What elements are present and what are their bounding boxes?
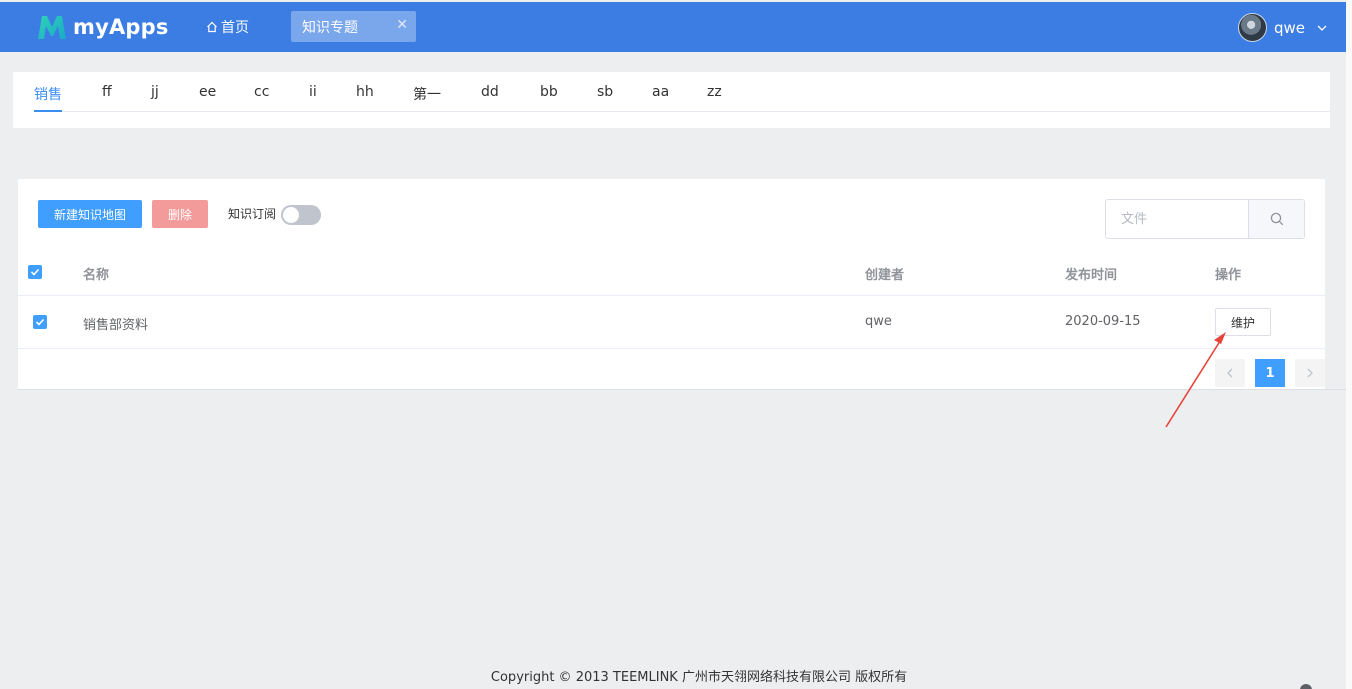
column-header-actions: 操作 [1215, 268, 1242, 283]
footer-copyright: Copyright © 2013 TEEMLINK 广州市天翎网络科技有限公司 … [490, 670, 908, 685]
search-input[interactable] [1106, 200, 1248, 238]
row-checkbox[interactable] [33, 315, 47, 329]
subscribe-label: 知识订阅 [228, 207, 277, 221]
search-icon [1270, 212, 1283, 226]
floating-help-icon[interactable] [1300, 684, 1312, 689]
toggle-knob [283, 207, 299, 223]
category-tab[interactable]: aa [652, 84, 669, 100]
user-name: qwe [1274, 18, 1306, 37]
category-tab[interactable]: hh [356, 84, 374, 100]
column-header-date: 发布时间 [1065, 268, 1118, 283]
nav-tab-label: 知识专题 [302, 19, 358, 36]
category-tab[interactable]: ee [199, 84, 216, 100]
nav-home-label: 首页 [221, 20, 249, 36]
active-tab-indicator [34, 110, 62, 112]
card-bottom-border [18, 389, 1346, 390]
new-knowledge-map-button[interactable]: 新建知识地图 [38, 200, 142, 228]
tabs-baseline [34, 111, 1330, 112]
avatar [1238, 13, 1267, 42]
page-number-1[interactable]: 1 [1255, 359, 1285, 387]
app-logo[interactable]: myApps [36, 12, 169, 42]
category-tab[interactable]: 第一 [413, 84, 441, 104]
knowledge-map-list: 新建知识地图 删除 知识订阅 名称 创建者 发布时间 操作 销售部资料 qwe … [18, 179, 1325, 389]
annotation-arrow-icon [1165, 332, 1226, 428]
category-tab[interactable]: ii [309, 84, 317, 100]
row-creator: qwe [865, 314, 892, 329]
category-tab[interactable]: sb [597, 84, 613, 100]
chevron-right-icon [1307, 368, 1313, 378]
subscribe-toggle[interactable] [281, 205, 321, 225]
top-navbar: myApps 首页 知识专题 ✕ qwe [0, 2, 1346, 52]
delete-button[interactable]: 删除 [152, 200, 208, 228]
home-icon [207, 21, 217, 33]
category-tab[interactable]: bb [540, 84, 558, 100]
category-tab[interactable]: ff [102, 84, 112, 100]
search-box [1105, 199, 1305, 239]
logo-m-icon [38, 16, 66, 39]
close-icon[interactable]: ✕ [396, 17, 408, 33]
nav-home-link[interactable]: 首页 [206, 17, 249, 37]
logo-text: myApps [73, 15, 169, 39]
next-page-button[interactable] [1295, 359, 1325, 387]
row-date: 2020-09-15 [1065, 314, 1141, 329]
select-all-checkbox[interactable] [28, 265, 42, 279]
category-tab[interactable]: 销售 [34, 84, 62, 104]
row-name[interactable]: 销售部资料 [83, 314, 148, 333]
column-header-name: 名称 [83, 268, 110, 283]
window-edge [1346, 0, 1352, 689]
chevron-down-icon [1317, 25, 1327, 31]
check-icon [30, 268, 40, 276]
category-tabs: 销售 ff jj ee cc ii hh 第一 dd bb sb aa zz [13, 72, 1330, 128]
row-divider [18, 295, 1325, 296]
search-button[interactable] [1248, 200, 1304, 238]
category-tab[interactable]: jj [151, 84, 159, 100]
user-menu[interactable]: qwe [1238, 13, 1327, 42]
category-tab[interactable]: zz [707, 84, 722, 100]
category-tab[interactable]: cc [254, 84, 269, 100]
check-icon [35, 318, 45, 326]
column-header-creator: 创建者 [865, 268, 905, 283]
row-divider [18, 348, 1325, 349]
nav-tab-knowledge-topic[interactable]: 知识专题 ✕ [291, 11, 416, 42]
category-tab[interactable]: dd [481, 84, 499, 100]
